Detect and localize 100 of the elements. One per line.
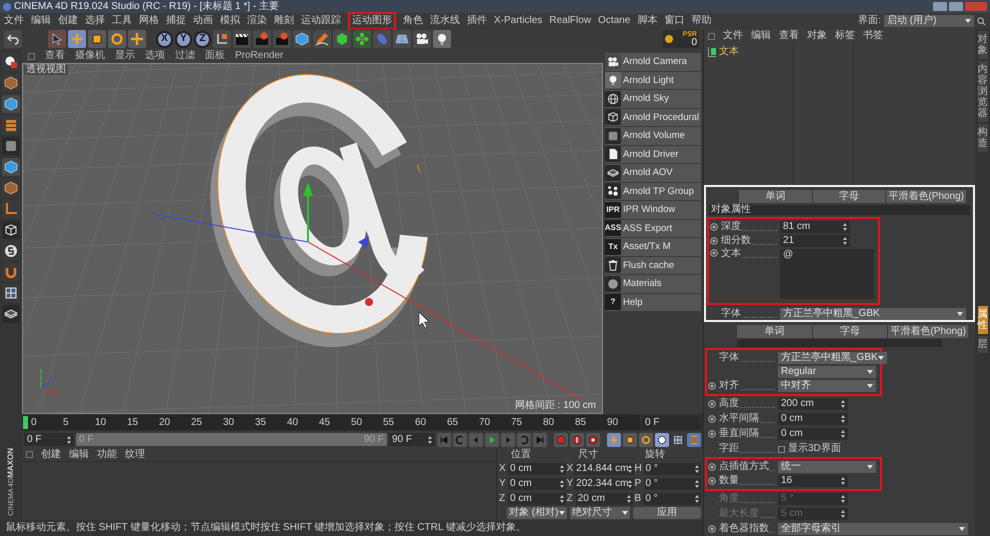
menu-item[interactable]: 创建 xyxy=(58,16,78,26)
rotate-icon[interactable] xyxy=(108,30,126,48)
menu-item[interactable]: Flush cache xyxy=(605,256,701,274)
menu-item[interactable]: Arnold Volume xyxy=(605,127,701,144)
menu-item[interactable]: Arnold Camera xyxy=(605,53,701,70)
bulb-icon[interactable] xyxy=(433,30,451,48)
globe-icon[interactable] xyxy=(605,90,621,107)
dropdown[interactable]: 全部字母索引 xyxy=(778,523,968,535)
axis-lock-button[interactable]: Y xyxy=(175,30,192,48)
menu-item[interactable]: 角色 xyxy=(403,16,423,26)
keyframe-dot-icon[interactable] xyxy=(708,382,716,390)
layout-dropdown[interactable]: 启动 (用户) xyxy=(884,15,974,27)
menu-item[interactable]: 工具 xyxy=(112,16,132,26)
viewport-menu-item[interactable]: 显示 xyxy=(115,51,135,61)
menu-item[interactable]: X-Particles xyxy=(494,16,542,26)
checkbox[interactable] xyxy=(778,446,785,452)
keyframe-dot-icon[interactable] xyxy=(710,237,718,246)
skip-start-icon[interactable] xyxy=(437,432,451,446)
gem-icon[interactable] xyxy=(333,30,351,48)
menu-item[interactable]: 模拟 xyxy=(220,16,240,26)
menu-item[interactable]: 查看 xyxy=(779,31,799,41)
film-strip-icon[interactable] xyxy=(687,432,701,446)
coordinate-field[interactable]: 202.344 cm xyxy=(574,478,634,490)
play-icon[interactable] xyxy=(485,432,499,446)
coordinate-field[interactable]: 0 cm xyxy=(508,478,566,490)
cursor-icon[interactable] xyxy=(48,30,66,48)
menu-item[interactable]: 书签 xyxy=(863,31,883,41)
grid-icon[interactable] xyxy=(2,284,20,302)
camera-icon[interactable] xyxy=(413,30,431,48)
cube-icon[interactable] xyxy=(2,158,20,176)
menu-item[interactable]: IPR IPR Window xyxy=(605,201,701,218)
previous-key-icon[interactable] xyxy=(453,432,467,446)
menu-item[interactable]: Materials xyxy=(605,275,701,292)
end-frame-field[interactable]: 90 F xyxy=(389,433,435,446)
layers-icon[interactable] xyxy=(2,305,20,323)
menu-item[interactable]: 创建 xyxy=(41,450,61,460)
box-outline-icon[interactable] xyxy=(605,109,621,126)
coordinate-field[interactable]: 214.844 cm xyxy=(574,463,634,476)
box-outline-icon[interactable] xyxy=(2,221,20,239)
menu-item[interactable]: Tx Asset/Tx M xyxy=(605,238,701,256)
dropdown[interactable]: 中对齐 xyxy=(778,380,876,392)
side-tab[interactable]: 层 xyxy=(978,336,988,353)
viewport-menu-item[interactable]: 查看 xyxy=(45,51,65,61)
dropdown[interactable]: Regular xyxy=(778,366,876,378)
menu-item[interactable]: ASS ASS Export xyxy=(605,220,701,237)
cube-icon[interactable] xyxy=(605,128,621,144)
camera-icon[interactable] xyxy=(605,54,621,70)
menu-item[interactable]: 网格 xyxy=(139,16,159,26)
layers-icon[interactable] xyxy=(605,164,621,181)
side-tab[interactable]: 对象 xyxy=(978,31,988,59)
keyframe-dot-icon[interactable] xyxy=(710,223,718,232)
cube-icon[interactable] xyxy=(2,95,20,113)
keyframe-dot-icon[interactable] xyxy=(708,400,716,408)
snap-icon[interactable] xyxy=(2,242,20,260)
number-field[interactable]: 16 xyxy=(778,475,848,487)
help-icon[interactable] xyxy=(586,432,600,446)
dropdown[interactable]: 方正兰亭中粗黑_GBK xyxy=(780,308,966,320)
menu-item[interactable]: 流水线 xyxy=(430,16,460,26)
menu-item[interactable]: Arnold Light xyxy=(605,72,701,89)
move-icon[interactable] xyxy=(607,432,621,446)
step-forward-icon[interactable] xyxy=(501,432,515,446)
attribute-tab[interactable]: 单词 xyxy=(739,190,812,203)
cube-icon[interactable] xyxy=(2,137,20,155)
dropdown[interactable]: 统一 xyxy=(778,461,876,473)
flower-icon[interactable] xyxy=(353,30,371,48)
axis-lock-button[interactable]: X xyxy=(156,30,173,48)
dropdown[interactable]: 方正兰亭中粗黑_GBK xyxy=(778,352,887,364)
attribute-tab[interactable]: 平滑着色(Phong) xyxy=(886,190,966,203)
menu-item[interactable]: 标签 xyxy=(835,31,855,41)
axes-icon[interactable] xyxy=(213,30,231,48)
size-mode-dropdown[interactable]: 绝对尺寸 xyxy=(570,507,630,520)
mode-dropdown[interactable]: 对象 (相对) xyxy=(507,507,567,520)
apply-button[interactable]: 应用 xyxy=(633,507,701,520)
menu-item[interactable]: Arnold TP Group xyxy=(605,182,701,200)
keyframe-dot-icon[interactable] xyxy=(708,430,716,438)
pen-icon[interactable] xyxy=(313,30,331,48)
menu-item[interactable]: 渲染 xyxy=(247,16,267,26)
menu-item[interactable]: 动画 xyxy=(193,16,213,26)
coordinate-field[interactable]: 0 ° xyxy=(643,492,702,505)
attribute-tab[interactable]: 平滑着色(Phong) xyxy=(888,325,968,338)
coordinate-field[interactable]: 0 ° xyxy=(644,463,701,476)
trash-icon[interactable] xyxy=(605,257,621,274)
menu-item[interactable]: 选择 xyxy=(85,16,105,26)
menu-item[interactable]: 编辑 xyxy=(31,16,51,26)
object-row[interactable]: 文本 xyxy=(708,45,789,58)
cross-icon[interactable] xyxy=(128,30,146,48)
number-field[interactable]: 0 cm xyxy=(778,428,848,440)
menu-item[interactable]: 窗口 xyxy=(664,16,684,26)
menu-item[interactable]: Octane xyxy=(598,16,630,26)
scale-icon[interactable] xyxy=(623,432,637,446)
attribute-tab[interactable]: 字母 xyxy=(812,190,886,203)
menu-item[interactable]: 功能 xyxy=(97,450,117,460)
keyframe-dot-icon[interactable] xyxy=(708,525,716,533)
number-field[interactable]: 200 cm xyxy=(778,398,848,410)
text-area[interactable]: @ xyxy=(780,249,874,300)
coordinate-field[interactable]: 0 cm xyxy=(508,463,566,476)
menu-item[interactable]: Arnold Sky xyxy=(605,90,701,108)
side-tab[interactable]: 内容浏览器 xyxy=(978,61,988,122)
keyframe-dot-icon[interactable] xyxy=(708,415,716,423)
model-icon[interactable] xyxy=(2,53,20,71)
